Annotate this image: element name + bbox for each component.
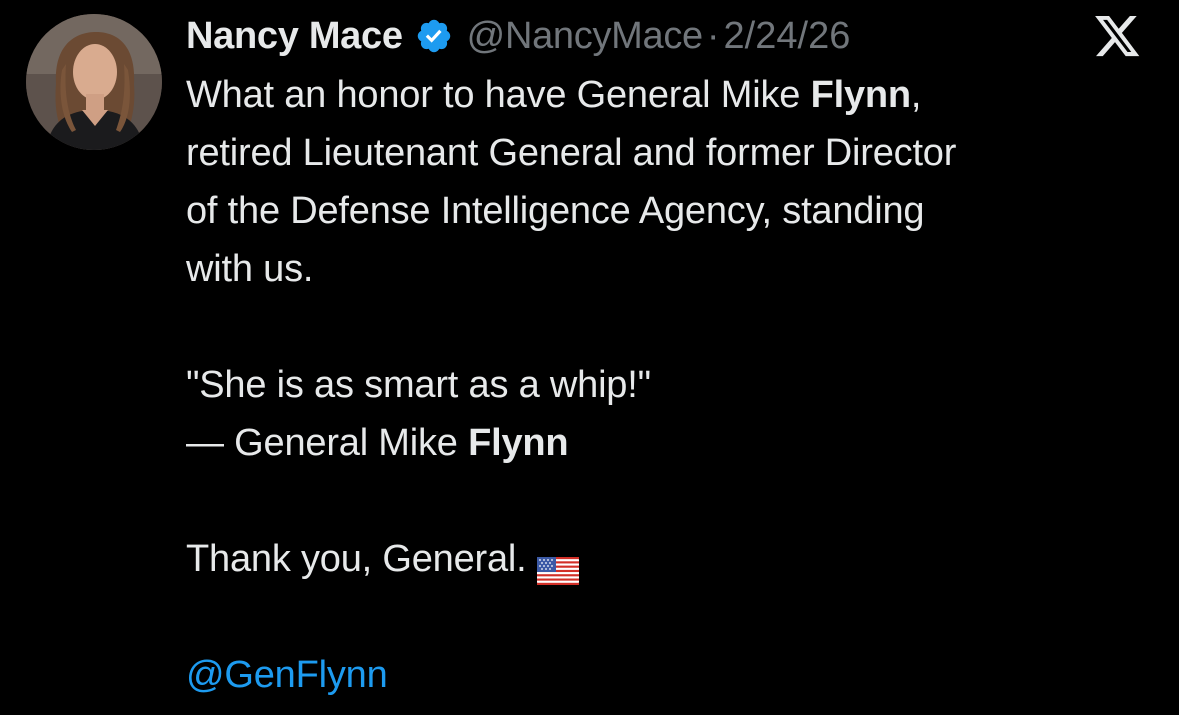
attribution-line: — General Mike Flynn: [186, 414, 1146, 472]
us-flag-icon: [536, 544, 579, 585]
author-handle[interactable]: @NancyMace: [467, 15, 704, 58]
author-name[interactable]: Nancy Mace: [186, 15, 403, 58]
tweet-header: Nancy Mace @NancyMace · 2/24/26: [186, 12, 1146, 60]
attribution-bold: Flynn: [468, 422, 569, 464]
body-line: with us.: [186, 248, 314, 290]
verified-badge-icon: [415, 17, 453, 55]
header-separator: ·: [706, 14, 720, 57]
avatar[interactable]: [26, 14, 162, 150]
quote-line: "She is as smart as a whip!": [186, 364, 651, 406]
thanks-text: Thank you, General.: [186, 538, 527, 580]
mention-link[interactable]: @GenFlynn: [186, 654, 388, 696]
body-bold-segment: Flynn: [810, 74, 912, 116]
tweet-card: Nancy Mace @NancyMace · 2/24/26 What an …: [0, 0, 1179, 715]
body-text-segment: What an honor to have General Mike: [186, 74, 811, 116]
body-line: What an honor to have General Mike Flynn…: [186, 66, 1146, 124]
body-text-segment: ,: [910, 74, 922, 116]
mention-line: @GenFlynn: [186, 646, 1146, 704]
x-logo-icon[interactable]: [1095, 16, 1141, 58]
tweet-date[interactable]: 2/24/26: [724, 15, 851, 58]
avatar-portrait-image: [26, 14, 162, 150]
thanks-line: Thank you, General.: [186, 530, 1146, 588]
tweet-content: Nancy Mace @NancyMace · 2/24/26 What an …: [186, 12, 1146, 704]
attribution-prefix: — General Mike: [186, 422, 469, 464]
body-line: of the Defense Intelligence Agency, stan…: [186, 190, 925, 232]
body-line: retired Lieutenant General and former Di…: [186, 132, 957, 174]
tweet-body: What an honor to have General Mike Flynn…: [186, 66, 1146, 704]
